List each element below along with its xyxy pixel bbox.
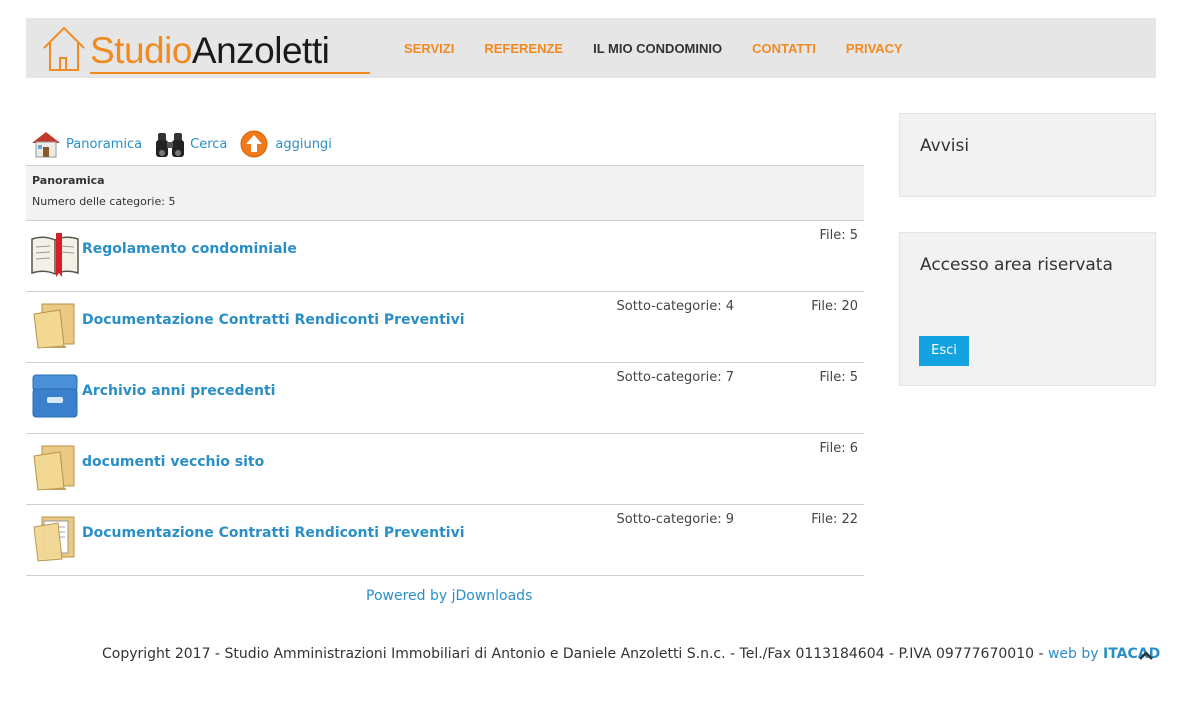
file-count: File: 20: [811, 299, 858, 314]
logo-text-studio: Studio: [90, 30, 192, 71]
list-item: Documentazione Contratti Rendiconti Prev…: [26, 292, 864, 363]
add-link[interactable]: aggiungi: [239, 129, 332, 159]
category-link[interactable]: Archivio anni precedenti: [82, 383, 275, 399]
home-overview-icon: [32, 132, 60, 158]
binoculars-icon: [156, 133, 185, 157]
folder-icon: [33, 445, 75, 491]
category-link[interactable]: documenti vecchio sito: [82, 454, 264, 470]
archive-drawer-icon: [32, 374, 78, 418]
powered-by-link[interactable]: Powered by jDownloads: [366, 588, 532, 604]
house-logo-icon: [43, 26, 85, 71]
list-item: Archivio anni precedenti Sotto-categorie…: [26, 363, 864, 434]
category-list: Panoramica Numero delle categorie: 5 Reg…: [26, 165, 864, 576]
file-count: File: 5: [819, 228, 858, 243]
nav-referenze[interactable]: REFERENZE: [484, 41, 563, 56]
subcategory-count: Sotto-categorie: 4: [616, 299, 734, 314]
site-header: Studio Anzoletti SERVIZI REFERENZE IL MIO…: [26, 18, 1156, 78]
overview-label: Panoramica: [66, 136, 143, 152]
login-panel: Accesso area riservata Esci: [899, 232, 1156, 386]
downloads-toolbar: Panoramica Cerca aggiungi: [30, 128, 344, 160]
logo-underline: [90, 72, 370, 74]
nav-il-mio-condominio[interactable]: IL MIO CONDOMINIO: [593, 41, 722, 56]
category-link[interactable]: Documentazione Contratti Rendiconti Prev…: [82, 525, 465, 541]
file-count: File: 6: [819, 441, 858, 456]
list-item: documenti vecchio sito File: 6: [26, 434, 864, 505]
file-count: File: 22: [811, 512, 858, 527]
logout-button[interactable]: Esci: [919, 336, 969, 366]
file-count: File: 5: [819, 370, 858, 385]
main-nav: SERVIZI REFERENZE IL MIO CONDOMINIO CONT…: [404, 18, 933, 78]
copyright-text: Copyright 2017 - Studio Amministrazioni …: [102, 646, 1048, 662]
list-header: Panoramica Numero delle categorie: 5: [26, 165, 864, 221]
subcategory-count: Sotto-categorie: 9: [616, 512, 734, 527]
list-header-title: Panoramica: [32, 174, 105, 187]
category-link[interactable]: Regolamento condominiale: [82, 241, 297, 257]
logo-text-anzoletti: Anzoletti: [191, 30, 330, 71]
chevron-up-icon[interactable]: [1136, 646, 1156, 666]
subcategory-count: Sotto-categorie: 7: [616, 370, 734, 385]
login-title: Accesso area riservata: [920, 255, 1113, 275]
footer-text: Copyright 2017 - Studio Amministrazioni …: [102, 646, 1160, 662]
logo[interactable]: Studio Anzoletti: [42, 24, 382, 74]
nav-contatti[interactable]: CONTATTI: [752, 41, 816, 56]
category-link[interactable]: Documentazione Contratti Rendiconti Prev…: [82, 312, 465, 328]
search-label: Cerca: [190, 136, 228, 152]
folder-icon: [33, 303, 75, 349]
add-label: aggiungi: [275, 136, 332, 152]
list-item: Documentazione Contratti Rendiconti Prev…: [26, 505, 864, 576]
overview-link[interactable]: Panoramica: [30, 129, 142, 159]
upload-arrow-icon: [240, 130, 268, 158]
web-by-link[interactable]: web by: [1048, 646, 1099, 662]
category-count: Numero delle categorie: 5: [32, 195, 176, 208]
nav-servizi[interactable]: SERVIZI: [404, 41, 454, 56]
list-item: Regolamento condominiale File: 5: [26, 221, 864, 292]
book-icon: [31, 233, 79, 277]
search-link[interactable]: Cerca: [154, 129, 227, 159]
nav-privacy[interactable]: PRIVACY: [846, 41, 903, 56]
notices-panel: Avvisi: [899, 113, 1156, 197]
notices-title: Avvisi: [920, 136, 970, 156]
folder-documents-icon: [33, 516, 75, 562]
